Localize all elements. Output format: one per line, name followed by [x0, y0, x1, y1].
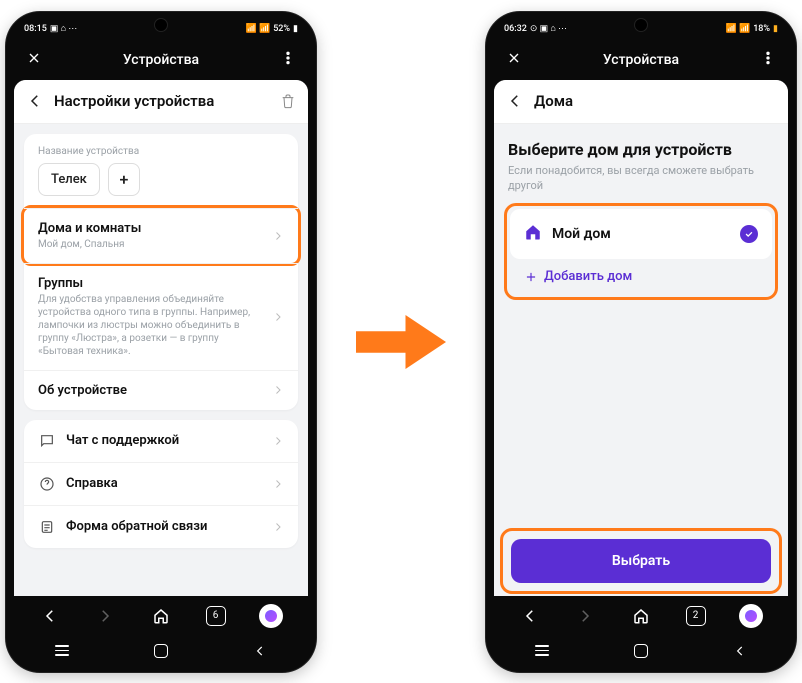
- row-title: Об устройстве: [38, 383, 262, 398]
- app-topbar: Устройства: [12, 40, 310, 80]
- home-item-my-home[interactable]: Мой дом: [510, 209, 772, 259]
- android-navbar: [12, 636, 310, 666]
- status-battery: 18%: [753, 24, 770, 34]
- status-app-icons: ▣ ⌂ ⋯: [50, 23, 77, 34]
- chevron-right-icon: [272, 384, 284, 396]
- content-area[interactable]: Название устройства Телек + Дома и комна…: [14, 124, 308, 596]
- select-home-subtext: Если понадобится, вы всегда сможете выбр…: [504, 163, 778, 204]
- select-home-heading: Выберите дом для устройств: [504, 134, 778, 163]
- add-home-button[interactable]: Добавить дом: [510, 259, 772, 294]
- highlight-homes: Дома и комнаты Мой дом, Спальня: [21, 205, 301, 266]
- browser-bar: 2: [492, 596, 790, 636]
- chat-icon: [38, 432, 56, 450]
- add-name-button[interactable]: +: [108, 163, 140, 196]
- close-icon[interactable]: [26, 50, 42, 70]
- subheader: Дома: [494, 80, 788, 124]
- close-icon[interactable]: [506, 50, 522, 70]
- row-title: Дома и комнаты: [38, 221, 262, 236]
- more-icon[interactable]: [760, 50, 776, 70]
- browser-forward-icon[interactable]: [574, 605, 596, 627]
- status-network-icons: 📶 📶: [246, 24, 271, 34]
- row-homes-rooms[interactable]: Дома и комнаты Мой дом, Спальня: [24, 208, 298, 263]
- topbar-title: Устройства: [123, 52, 199, 68]
- row-title: Справка: [66, 476, 262, 491]
- settings-card: Название устройства Телек + Дома и комна…: [24, 134, 298, 410]
- chevron-right-icon: [272, 230, 284, 242]
- chevron-right-icon: [272, 521, 284, 533]
- browser-bar: 6: [12, 596, 310, 636]
- device-name-section: Название устройства Телек +: [24, 134, 298, 208]
- help-icon: [38, 475, 56, 493]
- nav-back[interactable]: [230, 644, 290, 658]
- row-support-chat[interactable]: Чат с поддержкой: [24, 420, 298, 462]
- status-time: 06:32: [504, 24, 527, 34]
- row-subtitle: Мой дом, Спальня: [38, 238, 262, 251]
- row-about-device[interactable]: Об устройстве: [24, 370, 298, 410]
- device-name-chip[interactable]: Телек: [38, 163, 100, 196]
- status-app-icons: ⊙ ▣ ⌂ ⋯: [530, 23, 567, 34]
- browser-home-icon[interactable]: [630, 605, 652, 627]
- nav-recents[interactable]: [32, 645, 92, 656]
- trash-icon[interactable]: [280, 93, 296, 109]
- browser-back-icon[interactable]: [39, 605, 61, 627]
- status-time: 08:15: [24, 24, 47, 34]
- status-battery: 52%: [273, 24, 290, 34]
- home-item-title: Мой дом: [552, 226, 730, 242]
- browser-home-icon[interactable]: [150, 605, 172, 627]
- browser-tabcount[interactable]: 6: [206, 606, 226, 626]
- subheader: Настройки устройства: [14, 80, 308, 124]
- chevron-right-icon: [272, 311, 284, 323]
- alice-button[interactable]: [739, 604, 763, 628]
- support-card: Чат с поддержкой Справка Форма обратной …: [24, 420, 298, 548]
- select-button-label: Выбрать: [612, 553, 670, 569]
- selected-check-icon: [740, 225, 758, 243]
- row-title: Форма обратной связи: [66, 519, 262, 534]
- topbar-title: Устройства: [603, 52, 679, 68]
- nav-back[interactable]: [710, 644, 770, 658]
- app-topbar: Устройства: [492, 40, 790, 80]
- nav-home[interactable]: [611, 644, 671, 658]
- more-icon[interactable]: [280, 50, 296, 70]
- device-name-label: Название устройства: [38, 146, 284, 157]
- alice-button[interactable]: [259, 604, 283, 628]
- row-groups[interactable]: Группы Для удобства управления объединяй…: [24, 263, 298, 370]
- content-area[interactable]: Выберите дом для устройств Если понадоби…: [494, 124, 788, 522]
- row-feedback-form[interactable]: Форма обратной связи: [24, 505, 298, 548]
- camera-notch: [154, 18, 168, 32]
- battery-icon: ▮: [293, 24, 298, 34]
- screen-content: Дома Выберите дом для устройств Если пон…: [494, 80, 788, 596]
- chevron-right-icon: [272, 435, 284, 447]
- arrow-icon: [356, 307, 446, 377]
- form-icon: [38, 518, 56, 536]
- chevron-right-icon: [272, 478, 284, 490]
- nav-home[interactable]: [131, 644, 191, 658]
- back-icon[interactable]: [26, 92, 44, 110]
- home-icon: [524, 223, 542, 245]
- page-title: Дома: [534, 92, 776, 110]
- row-title: Группы: [38, 276, 262, 291]
- status-network-icons: 📶 📶: [726, 24, 751, 34]
- screen-content: Настройки устройства Название устройства…: [14, 80, 308, 596]
- back-icon[interactable]: [506, 92, 524, 110]
- row-help[interactable]: Справка: [24, 462, 298, 505]
- highlight-homes-list: Мой дом Добавить дом: [504, 203, 778, 300]
- browser-back-icon[interactable]: [519, 605, 541, 627]
- nav-recents[interactable]: [512, 645, 572, 656]
- add-home-label: Добавить дом: [544, 269, 632, 284]
- highlight-primary-button: Выбрать: [500, 528, 782, 594]
- browser-forward-icon[interactable]: [94, 605, 116, 627]
- battery-icon: ▮: [773, 24, 778, 34]
- row-title: Чат с поддержкой: [66, 433, 262, 448]
- row-subtitle: Для удобства управления объединяйте устр…: [38, 293, 262, 358]
- android-navbar: [492, 636, 790, 666]
- select-button[interactable]: Выбрать: [511, 539, 771, 583]
- phone-left: 08:15 ▣ ⌂ ⋯ 📶 📶 52% ▮ Устройства Настрой…: [6, 12, 316, 672]
- phone-right: 06:32 ⊙ ▣ ⌂ ⋯ 📶 📶 18% ▮ Устройства Дома …: [486, 12, 796, 672]
- browser-tabcount[interactable]: 2: [686, 606, 706, 626]
- camera-notch: [634, 18, 648, 32]
- page-title: Настройки устройства: [54, 92, 270, 110]
